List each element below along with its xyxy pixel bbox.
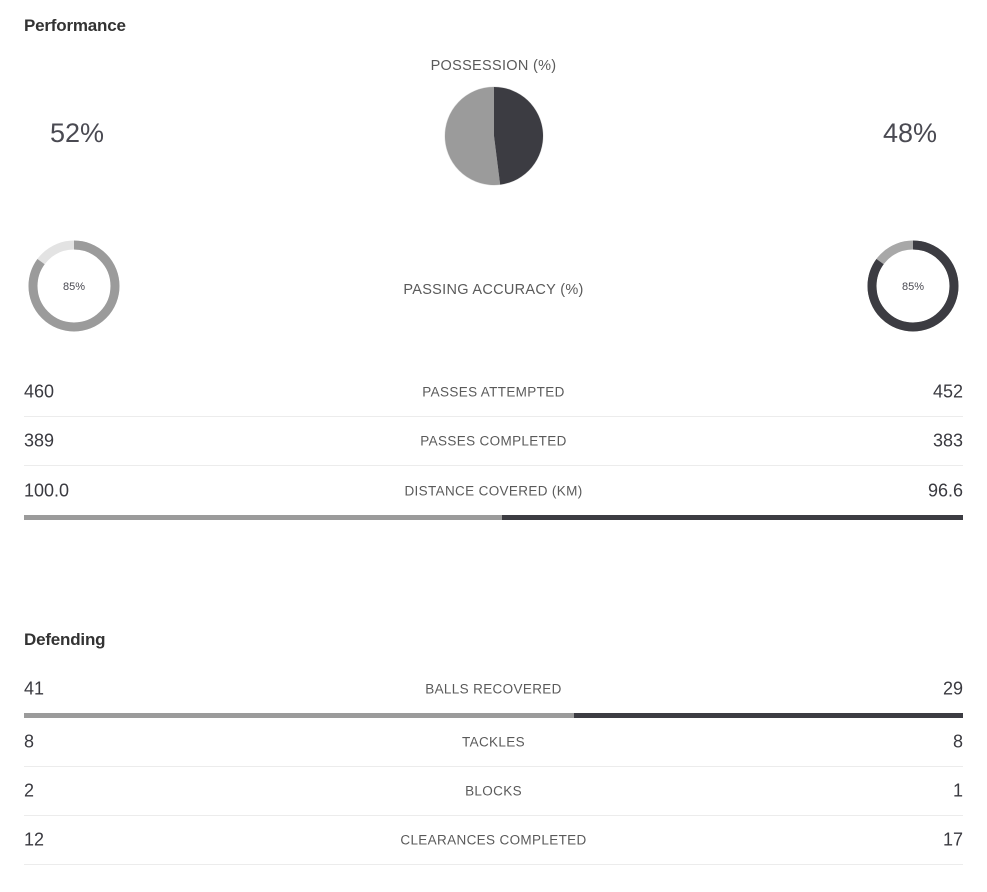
table-row: 8 TACKLES 8: [24, 718, 963, 767]
stat-comparison-bar: [24, 515, 963, 520]
table-row: 100.0 DISTANCE COVERED (KM) 96.6: [24, 466, 963, 515]
performance-stat-rows: 460 PASSES ATTEMPTED 452 389 PASSES COMPLETE…: [24, 368, 963, 520]
bar-segment-away: [501, 515, 963, 520]
performance-section-title: Performance: [24, 16, 126, 35]
stat-label: BALLS RECOVERED: [425, 681, 562, 696]
possession-pie-chart: [444, 86, 544, 191]
table-row: 460 PASSES ATTEMPTED 452: [24, 368, 963, 417]
passing-accuracy-away-donut: 85%: [863, 236, 963, 341]
stat-label: PASSES ATTEMPTED: [422, 384, 565, 400]
possession-home-value: 52%: [50, 118, 105, 148]
table-row: 2 BLOCKS 1: [24, 767, 963, 816]
pie-slice-away: [493, 87, 543, 185]
table-row: 389 PASSES COMPLETED 383: [24, 417, 963, 466]
possession-pie-svg: [444, 86, 543, 186]
defending-section-title: Defending: [24, 630, 106, 649]
stat-label: DISTANCE COVERED (KM): [404, 483, 583, 498]
stat-away-value: 1: [952, 780, 963, 801]
possession-away-value: 48%: [882, 118, 937, 148]
stat-away-value: 29: [942, 678, 963, 698]
away-donut-value: 85%: [902, 281, 924, 293]
stat-label: TACKLES: [462, 734, 525, 750]
stat-label: PASSES COMPLETED: [420, 433, 567, 449]
passing-accuracy-label: PASSING ACCURACY (%): [403, 282, 584, 298]
stat-label: CLEARANCES COMPLETED: [400, 832, 587, 848]
stat-away-value: 452: [932, 381, 963, 402]
away-donut-svg: 85%: [867, 240, 959, 332]
match-stats-page: Performance POSSESSION (%) 52% 48% 85% P…: [0, 16, 987, 865]
stat-away-value: 17: [942, 829, 963, 850]
possession-label: POSSESSION (%): [430, 58, 557, 74]
bar-segment-home: [24, 515, 502, 520]
stat-label: BLOCKS: [465, 783, 522, 799]
passing-accuracy-block: 85% PASSING ACCURACY (%) 85%: [24, 236, 963, 356]
pie-slice-home: [444, 87, 500, 185]
stat-away-value: 383: [932, 430, 963, 451]
table-row: 12 CLEARANCES COMPLETED 17: [24, 816, 963, 865]
possession-block: POSSESSION (%) 52% 48%: [24, 58, 963, 218]
table-row: 41 BALLS RECOVERED 29: [24, 664, 963, 713]
stat-away-value: 96.6: [927, 480, 963, 500]
stat-away-value: 8: [952, 731, 963, 752]
defending-stat-rows: 41 BALLS RECOVERED 29 8 TACKLES 8 2 BLOCKS 1 12 CL…: [24, 664, 963, 865]
